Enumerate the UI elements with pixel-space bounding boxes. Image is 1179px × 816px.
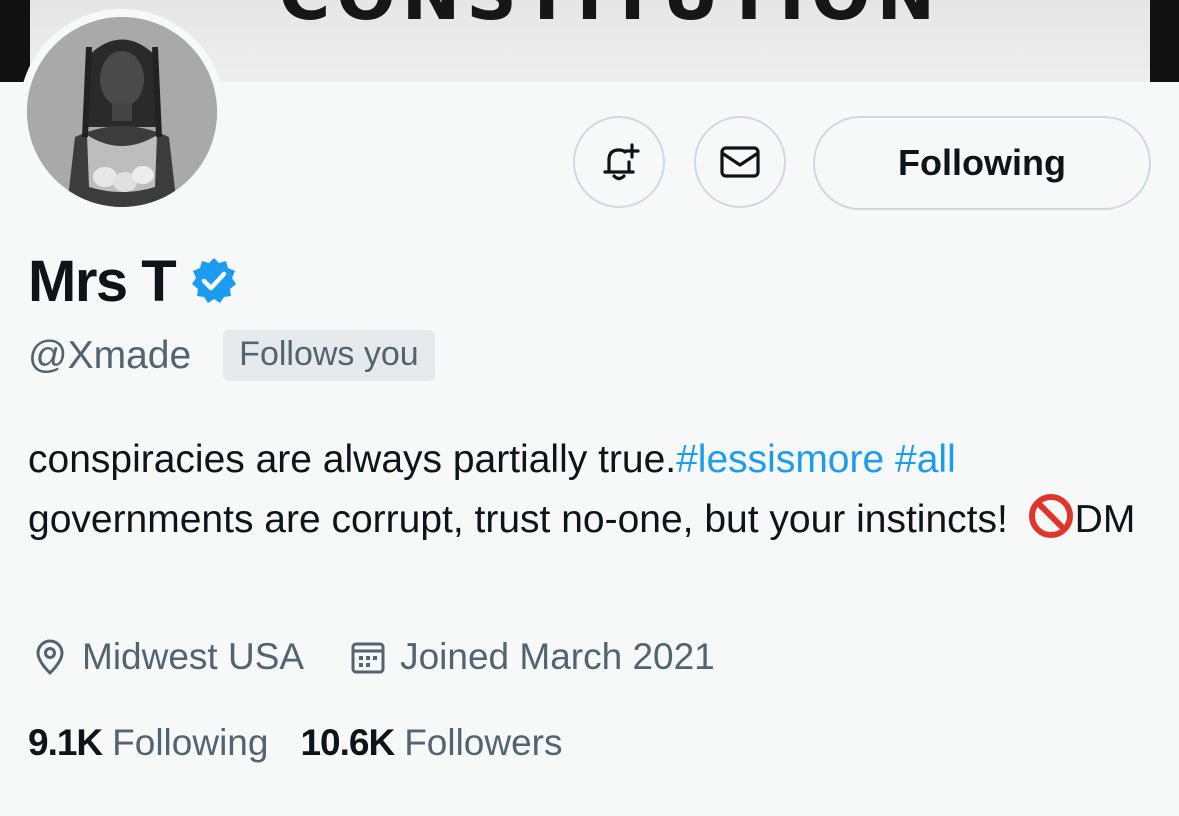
follow-stats: 9.1K Following 10.6K Followers	[28, 722, 563, 764]
bio: conspiracies are always partially true.#…	[28, 430, 1148, 550]
profile-page: CONSTITUTION	[0, 0, 1179, 816]
following-label: Following	[112, 722, 269, 763]
bio-text-3: DM	[1074, 498, 1136, 541]
followers-stat-link[interactable]: 10.6K Followers	[300, 722, 562, 764]
name-row: Mrs T	[28, 246, 239, 316]
joined-text: Joined March 2021	[400, 636, 715, 677]
location-text: Midwest USA	[82, 636, 305, 677]
joined-item: Joined March 2021	[348, 636, 715, 678]
hashtag-link[interactable]: #lessismore	[676, 438, 884, 481]
following-button[interactable]: Following	[813, 116, 1151, 210]
follows-you-badge: Follows you	[223, 330, 435, 381]
avatar-portrait-icon	[27, 17, 217, 207]
avatar[interactable]	[19, 9, 225, 215]
bio-text-2: governments are corrupt, trust no-one, b…	[28, 498, 1008, 541]
following-count: 9.1K	[28, 722, 103, 763]
display-name: Mrs T	[28, 248, 177, 314]
location-item: Midwest USA	[30, 636, 304, 678]
calendar-icon	[351, 642, 385, 674]
profile-meta: Midwest USA Joined March 2021	[30, 636, 715, 678]
handle: @Xmade	[28, 333, 192, 377]
prohibited-icon	[1028, 494, 1073, 538]
handle-row: @Xmade Follows you	[28, 330, 435, 381]
location-pin-icon	[36, 639, 64, 676]
notify-button[interactable]	[573, 116, 665, 208]
following-stat-link[interactable]: 9.1K Following	[28, 722, 268, 764]
followers-count: 10.6K	[300, 722, 395, 763]
message-button[interactable]	[694, 116, 786, 208]
bio-text-1: conspiracies are always partially true.	[28, 438, 677, 481]
verified-badge-icon[interactable]	[189, 256, 239, 306]
banner-text: CONSTITUTION	[180, 0, 1040, 36]
hashtag-link[interactable]: #all	[895, 438, 956, 481]
bell-plus-icon	[603, 143, 640, 181]
followers-label: Followers	[404, 722, 563, 763]
envelope-icon	[720, 146, 760, 178]
avatar-image	[27, 17, 217, 207]
